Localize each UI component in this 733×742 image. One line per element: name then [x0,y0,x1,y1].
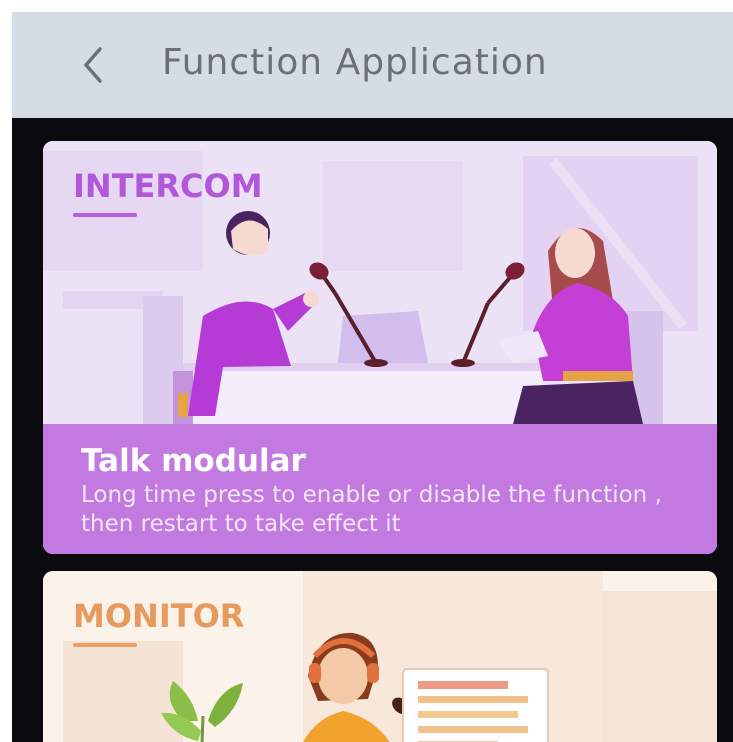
intercom-label: INTERCOM [73,167,263,205]
back-button[interactable] [68,40,118,90]
page-title: Function Application [162,42,548,83]
card-description: Long time press to enable or disable the… [81,482,662,537]
intercom-label-underline [73,213,137,217]
monitor-card[interactable]: MONITOR [43,571,717,742]
monitor-label-underline [73,643,137,647]
card-title: Talk modular [81,443,306,479]
top-bar: Function Application [12,12,733,118]
chevron-left-icon [84,47,102,83]
monitor-label: MONITOR [73,597,245,635]
intercom-card[interactable]: INTERCOM Talk modular Long time press to… [43,141,717,554]
app-screen: Function Application INTERCOM Talk modul… [12,12,733,742]
